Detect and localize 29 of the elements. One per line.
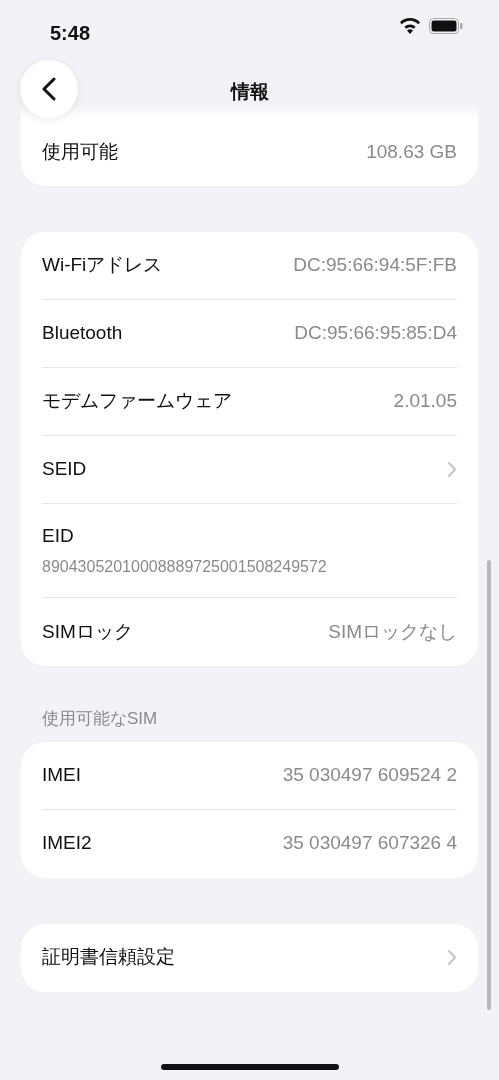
- row-label: Wi-Fiアドレス: [42, 253, 163, 278]
- chevron-icon: [447, 461, 457, 478]
- section-header: 使用可能なSIM: [41, 708, 159, 730]
- chevron-icon: [447, 949, 457, 966]
- settings-row[interactable]: 証明書信頼設定: [42, 923, 457, 992]
- row-label: EID: [42, 524, 74, 549]
- row-label: Bluetooth: [42, 321, 123, 346]
- settings-row[interactable]: SEID: [42, 436, 457, 504]
- row-label: 証明書信頼設定: [42, 945, 175, 970]
- row-value: DC:95:66:95:85:D4: [294, 321, 457, 346]
- row-label: 使用可能: [42, 139, 118, 164]
- status-time: 5:48: [50, 21, 91, 46]
- wifi-icon: [399, 18, 421, 34]
- row-label: モデムファームウェア: [42, 389, 232, 414]
- row-value: 35 030497 609524 2: [282, 762, 457, 787]
- row-value: 2.01.05: [393, 389, 457, 414]
- page-title: 情報: [230, 79, 269, 104]
- row-label: IMEI2: [42, 831, 92, 856]
- row-label: IMEI: [42, 762, 82, 787]
- back-button[interactable]: [20, 60, 78, 118]
- chevron-left-icon: [42, 77, 56, 101]
- row-value: SIMロックなし: [328, 619, 457, 644]
- battery-icon: [429, 18, 463, 34]
- row-value: 35 030497 607326 4: [282, 831, 457, 856]
- row-value: DC:95:66:94:5F:FB: [293, 253, 457, 278]
- row-value: 108.63 GB: [366, 139, 457, 164]
- row-label: SEID: [42, 457, 87, 482]
- row-label: SIMロック: [42, 619, 133, 644]
- row-value: 89043052010008889725001508249572: [42, 556, 327, 577]
